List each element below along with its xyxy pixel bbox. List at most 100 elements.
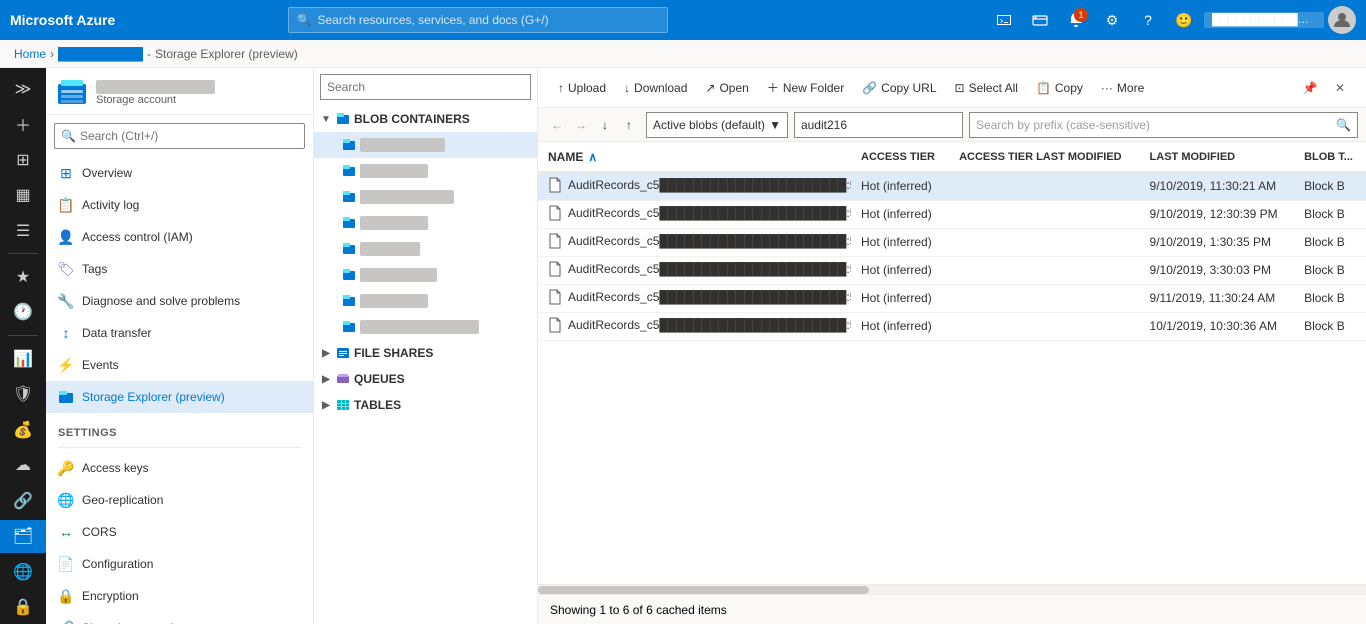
container-item-4[interactable]: ████████ (314, 210, 537, 236)
nav-item-storage-explorer[interactable]: Storage Explorer (preview) (46, 381, 313, 413)
nav-item-geo-replication[interactable]: 🌐 Geo-replication (46, 484, 313, 516)
feedback-icon[interactable]: 🙂 (1168, 4, 1200, 36)
nav-item-diagnose[interactable]: 🔧 Diagnose and solve problems (46, 285, 313, 317)
help-icon[interactable]: ? (1132, 4, 1164, 36)
settings-section-header: Settings (46, 413, 313, 443)
icon-bar-network[interactable]: 🌐 (0, 555, 46, 588)
nav-item-shared-access-signature[interactable]: 🔗 Shared access signature (46, 612, 313, 624)
new-folder-button[interactable]: ＋ New Folder (759, 74, 852, 102)
copy-url-icon: 🔗 (862, 81, 877, 95)
table-row[interactable]: AuditRecords_c5██████████████████████:5e… (538, 200, 1366, 228)
back-button[interactable]: ← (546, 114, 568, 136)
notifications-icon[interactable]: 1 (1060, 4, 1092, 36)
icon-bar-home[interactable]: ⊞ (0, 143, 46, 176)
icon-bar-favorite[interactable]: ★ (0, 260, 46, 293)
table-row[interactable]: AuditRecords_c5██████████████████████:5e… (538, 228, 1366, 256)
nav-search-box[interactable]: 🔍 (54, 123, 305, 149)
blob-filter-dropdown[interactable]: Active blobs (default) ▼ (646, 112, 788, 138)
download-button[interactable]: ↓ Download (616, 74, 695, 102)
global-search[interactable]: 🔍 Search resources, services, and docs (… (288, 7, 668, 33)
user-avatar[interactable] (1328, 6, 1356, 34)
icon-bar-storage[interactable]: 🗂 (0, 520, 46, 553)
nav-search-icon: 🔍 (61, 129, 76, 143)
prefix-search-box[interactable]: Search by prefix (case-sensitive) 🔍 (969, 112, 1358, 138)
file-icon (548, 317, 562, 333)
queues-header[interactable]: ▶ QUEUES (314, 366, 537, 392)
copy-url-button[interactable]: 🔗 Copy URL (854, 74, 944, 102)
icon-bar-recent[interactable]: 🕐 (0, 296, 46, 329)
icon-bar-cost[interactable]: 💰 (0, 413, 46, 446)
icon-bar-security[interactable]: 🛡 (0, 378, 46, 411)
container-item-2[interactable]: ████████ (314, 158, 537, 184)
horizontal-scrollbar[interactable] (538, 584, 1366, 594)
container-item-8[interactable]: ██████████████ (314, 314, 537, 340)
last-modified-cell: 9/10/2019, 1:30:35 PM (1140, 228, 1295, 256)
nav-search-input[interactable] (80, 129, 298, 143)
icon-bar-create[interactable]: ＋ (0, 107, 46, 140)
path-input[interactable] (794, 112, 963, 138)
upload-icon: ↑ (558, 81, 564, 95)
nav-item-data-transfer[interactable]: ↕ Data transfer (46, 317, 313, 349)
container-item-7[interactable]: ████████ (314, 288, 537, 314)
overview-icon: ⊞ (58, 165, 74, 181)
pin-button[interactable]: 📌 (1296, 74, 1324, 102)
table-row[interactable]: AuditRecords_c5██████████████████████:5e… (538, 172, 1366, 200)
container-item-6[interactable]: █████████ (314, 262, 537, 288)
container-item-5[interactable]: ███████ (314, 236, 537, 262)
icon-bar-lock[interactable]: 🔒 (0, 590, 46, 623)
select-all-button[interactable]: ⊡ Select All (947, 74, 1026, 102)
nav-item-access-control[interactable]: 👤 Access control (IAM) (46, 221, 313, 253)
up-button[interactable]: ↓ (594, 114, 616, 136)
directory-icon[interactable] (1024, 4, 1056, 36)
table-row[interactable]: AuditRecords_c5██████████████████████:5e… (538, 284, 1366, 312)
settings-icon[interactable]: ⚙ (1096, 4, 1128, 36)
col-access-tier-modified[interactable]: ACCESS TIER LAST MODIFIED (949, 142, 1139, 172)
nav-item-cors[interactable]: ↔ CORS (46, 516, 313, 548)
nav-item-overview[interactable]: ⊞ Overview (46, 157, 313, 189)
account-info[interactable]: ██████████████ (1204, 12, 1324, 28)
open-button[interactable]: ↗ Open (697, 74, 756, 102)
container-item-3[interactable]: ███████████ (314, 184, 537, 210)
breadcrumb-account[interactable]: ██████████ (58, 47, 143, 61)
col-access-tier[interactable]: ACCESS TIER (851, 142, 949, 172)
nav-item-events[interactable]: ⚡ Events (46, 349, 313, 381)
icon-bar-integration[interactable]: 🔗 (0, 484, 46, 517)
col-name[interactable]: NAME ∧ (538, 142, 851, 172)
blob-containers-header[interactable]: ▼ BLOB CONTAINERS (314, 106, 537, 132)
icon-bar-resources[interactable]: ☰ (0, 214, 46, 247)
file-name: AuditRecords_c5██████████████████████:5e… (568, 262, 851, 276)
scrollbar-thumb[interactable] (538, 586, 869, 594)
forward-button[interactable]: → (570, 114, 592, 136)
col-blob-type[interactable]: BLOB T... (1294, 142, 1366, 172)
nav-item-configuration[interactable]: 📄 Configuration (46, 548, 313, 580)
container-label: █████████ (360, 268, 437, 282)
geo-replication-icon: 🌐 (58, 492, 74, 508)
container-label: ███████████ (360, 190, 454, 204)
copy-icon: 📋 (1036, 81, 1051, 95)
tree-search-input[interactable] (327, 80, 524, 94)
nav-item-encryption[interactable]: 🔒 Encryption (46, 580, 313, 612)
container-item-1[interactable]: ██████████ (314, 132, 537, 158)
icon-bar-dashboard[interactable]: ▦ (0, 178, 46, 211)
container-icon (342, 164, 356, 178)
nav-item-access-keys[interactable]: 🔑 Access keys (46, 452, 313, 484)
tree-search-box[interactable] (320, 74, 531, 100)
icon-bar-monitor[interactable]: 📊 (0, 342, 46, 375)
blob-type-cell: Block B (1294, 256, 1366, 284)
breadcrumb-home[interactable]: Home (14, 47, 46, 61)
table-row[interactable]: AuditRecords_c5██████████████████████:5e… (538, 256, 1366, 284)
upload-button[interactable]: ↑ Upload (550, 74, 614, 102)
file-shares-header[interactable]: ▶ FILE SHARES (314, 340, 537, 366)
nav-item-activity-log[interactable]: 📋 Activity log (46, 189, 313, 221)
copy-button[interactable]: 📋 Copy (1028, 74, 1091, 102)
col-last-modified[interactable]: LAST MODIFIED (1140, 142, 1295, 172)
close-button[interactable]: ✕ (1326, 74, 1354, 102)
more-button[interactable]: ··· More (1093, 74, 1152, 102)
icon-bar-cloud[interactable]: ☁ (0, 449, 46, 482)
table-row[interactable]: AuditRecords_c5██████████████████████:5e… (538, 312, 1366, 340)
tables-header[interactable]: ▶ TABLES (314, 392, 537, 418)
cloud-shell-icon[interactable] (988, 4, 1020, 36)
nav-item-tags[interactable]: 🏷 Tags (46, 253, 313, 285)
refresh-button[interactable]: ↑ (618, 114, 640, 136)
icon-bar-expand[interactable]: ≫ (0, 72, 46, 105)
